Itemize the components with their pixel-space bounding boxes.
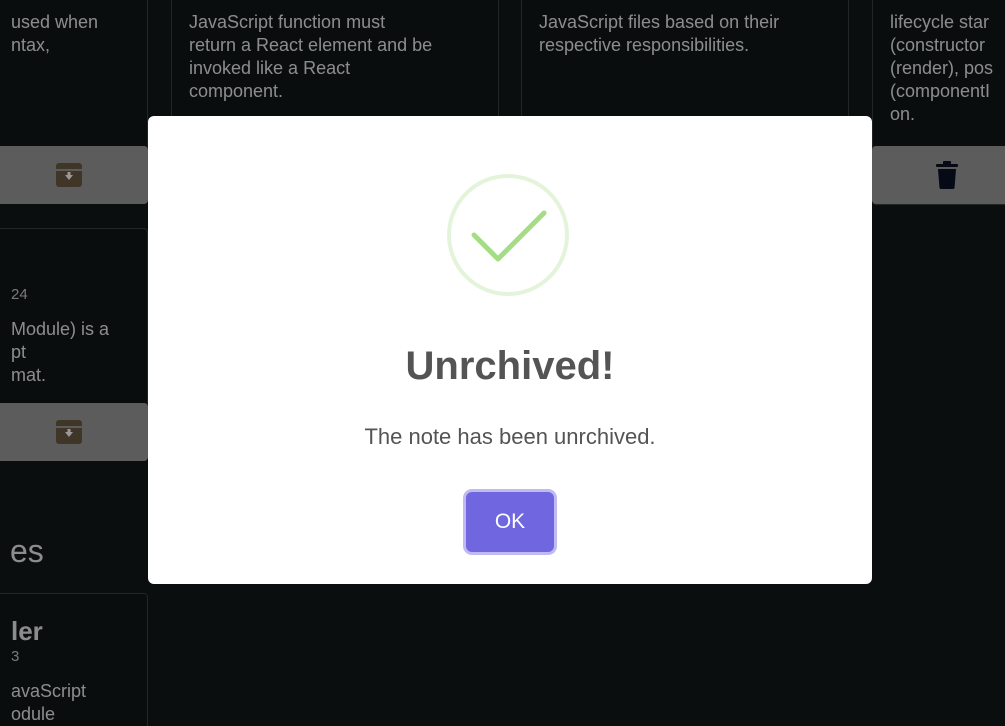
app-page: used when ntax, JavaScript function must… [0,0,1005,726]
ok-button[interactable]: OK [466,492,554,552]
alert-dialog: Unrchived! The note has been unrchived. … [148,116,872,584]
dialog-title: Unrchived! [405,344,615,388]
success-check-icon [447,174,569,296]
dialog-message: The note has been unrchived. [364,424,656,449]
